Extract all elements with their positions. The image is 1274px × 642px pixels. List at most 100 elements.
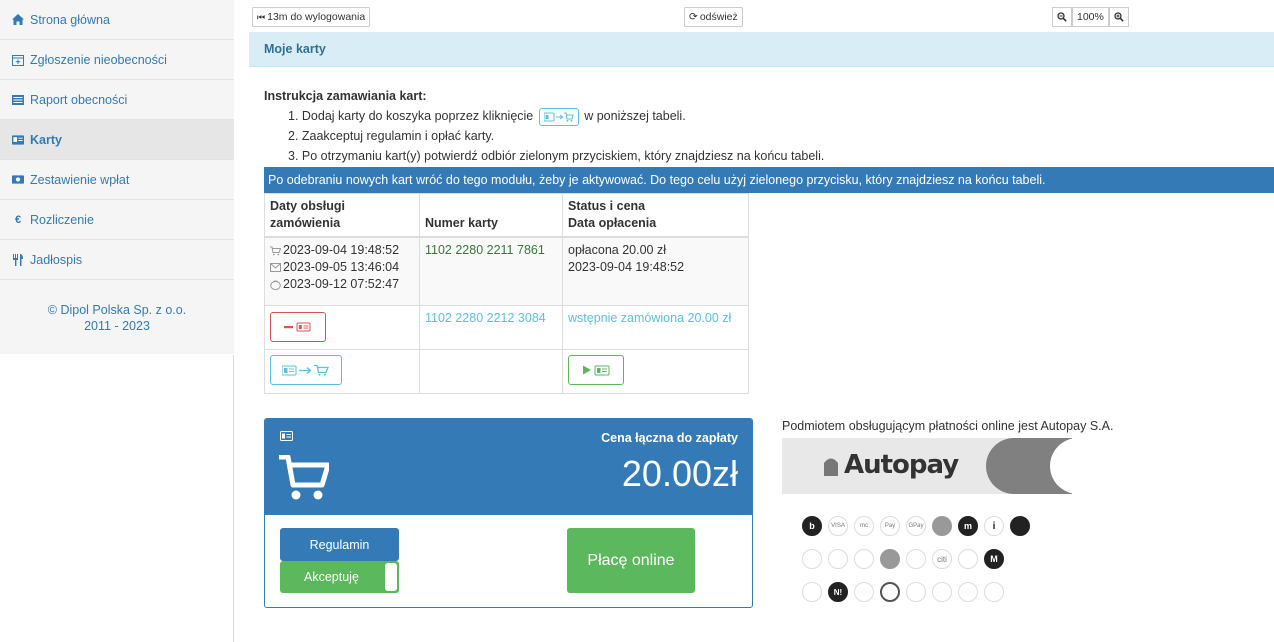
pay-online-button[interactable]: Płacę online	[567, 528, 695, 593]
payment-method-icon[interactable]: mc	[854, 516, 874, 536]
sent-date: 2023-09-05 13:46:04	[283, 260, 400, 274]
card-number-cell: 1102 2280 2211 7861	[419, 236, 563, 306]
instruction-step-2: 2. Zaakceptuj regulamin i opłać karty.	[288, 129, 495, 143]
status-cell: wstępnie zamówiona 20.00 zł	[562, 304, 749, 350]
sidebar-item-label: Strona główna	[30, 12, 110, 27]
payment-method-icon[interactable]	[906, 582, 926, 602]
payment-method-icon[interactable]	[854, 549, 874, 569]
accept-label: Akceptuję	[304, 570, 359, 584]
play-card-icon	[583, 365, 610, 375]
accept-terms-toggle[interactable]: Akceptuję	[280, 561, 399, 593]
sidebar-item-label: Karty	[30, 132, 62, 147]
remove-from-cart-button[interactable]	[270, 311, 326, 342]
payment-method-icon[interactable]	[880, 549, 900, 569]
table-header-row: Daty obsługi zamówienia Numer karty Stat…	[264, 193, 749, 238]
autopay-logo: Autopay	[782, 438, 1072, 494]
sidebar-divider	[233, 355, 234, 642]
payment-method-icon[interactable]	[932, 582, 952, 602]
header-card-number: Numer karty	[419, 193, 563, 238]
total-label: Cena łączna do zapłaty	[601, 431, 738, 445]
terms-button[interactable]: Regulamin	[280, 528, 399, 561]
payment-method-icon[interactable]: Pay	[880, 516, 900, 536]
payment-row: citi M	[802, 549, 1030, 569]
home-icon	[12, 14, 24, 26]
payment-method-icon[interactable]: citi	[932, 549, 952, 569]
sidebar-menu: Strona główna Zgłoszenie nieobecności Ra…	[0, 0, 234, 280]
header-dates: Daty obsługi zamówienia	[264, 193, 420, 238]
payment-method-icon[interactable]	[828, 549, 848, 569]
instructions: Instrukcja zamawiania kart: 1. Dodaj kar…	[264, 86, 824, 166]
empty-cell	[419, 348, 563, 394]
payment-methods: b VISA mc Pay GPay m i citi M N!	[802, 516, 1030, 615]
sidebar-item-label: Zestawienie wpłat	[30, 172, 130, 187]
cart-panel: Cena łączna do zapłaty 20.00zł Regulamin…	[264, 418, 753, 608]
sidebar-item-label: Rozliczenie	[30, 212, 94, 227]
sidebar-item-menu[interactable]: Jadłospis	[0, 240, 234, 280]
zoom-out-icon	[1057, 12, 1067, 22]
add-cell	[264, 348, 420, 394]
zoom-level: 100%	[1072, 7, 1109, 27]
calendar-plus-icon	[12, 54, 24, 66]
zoom-in-button[interactable]	[1108, 7, 1129, 27]
zoom-out-button[interactable]	[1052, 7, 1072, 27]
payment-method-icon[interactable]	[880, 582, 900, 602]
sidebar-item-payments[interactable]: Zestawienie wpłat	[0, 160, 234, 200]
copyright-years: 2011 - 2023	[84, 319, 150, 333]
payment-method-icon[interactable]	[958, 549, 978, 569]
payment-method-icon[interactable]	[932, 516, 952, 536]
sidebar-item-label: Jadłospis	[30, 252, 83, 267]
confirm-receipt-button[interactable]	[568, 354, 624, 385]
instruction-step-3: 3. Po otrzymaniu kart(y) potwierdź odbió…	[288, 149, 825, 163]
cutlery-icon	[12, 253, 24, 266]
payment-row: N!	[802, 582, 1030, 602]
payment-method-icon[interactable]: i	[984, 516, 1004, 536]
toggle-knob	[385, 563, 397, 591]
logout-timer-button[interactable]: ⏮ 13m do wylogowania	[252, 7, 371, 27]
euro-icon: €	[14, 213, 22, 226]
payment-method-icon[interactable]: GPay	[906, 516, 926, 536]
add-to-cart-button[interactable]	[270, 354, 342, 385]
remove-card-icon	[284, 322, 311, 331]
payment-method-icon[interactable]: N!	[828, 582, 848, 602]
copyright-text: © Dipol Polska Sp. z o.o.	[47, 303, 187, 317]
sidebar-item-attendance-report[interactable]: Raport obecności	[0, 80, 234, 120]
header-status: Status i cena Data opłacenia	[562, 193, 749, 238]
payment-method-icon[interactable]	[802, 549, 822, 569]
zoom-controls: 100%	[1052, 7, 1129, 27]
received-icon	[270, 279, 281, 290]
table-row: 2023-09-04 19:48:52 2023-09-05 13:46:04 …	[264, 236, 749, 306]
shopping-cart-icon	[279, 455, 329, 500]
skip-back-icon: ⏮	[257, 11, 266, 22]
payment-method-icon[interactable]	[906, 549, 926, 569]
table-row	[264, 348, 749, 394]
panel-title: Moje karty	[249, 32, 1274, 67]
sidebar-item-settlement[interactable]: € Rozliczenie	[0, 200, 234, 240]
sidebar-item-home[interactable]: Strona główna	[0, 0, 234, 40]
sidebar-footer: © Dipol Polska Sp. z o.o. 2011 - 2023	[0, 280, 234, 354]
payment-row: b VISA mc Pay GPay m i	[802, 516, 1030, 536]
refresh-button[interactable]: ⟳ odśwież	[684, 7, 743, 27]
payment-method-icon[interactable]	[802, 582, 822, 602]
table-row: 1102 2280 2212 3084 wstępnie zamówiona 2…	[264, 304, 749, 350]
confirm-cell	[562, 348, 749, 394]
sidebar-item-cards[interactable]: Karty	[0, 120, 234, 160]
payment-method-icon[interactable]: b	[802, 516, 822, 536]
payment-method-icon[interactable]: m	[958, 516, 978, 536]
payment-method-icon[interactable]	[958, 582, 978, 602]
payment-method-icon[interactable]	[984, 582, 1004, 602]
autopay-info: Podmiotem obsługującym płatności online …	[782, 419, 1114, 433]
card-number-cell: 1102 2280 2212 3084	[419, 304, 563, 350]
payment-method-icon[interactable]: VISA	[828, 516, 848, 536]
paid-date: 2023-09-04 19:48:52	[568, 260, 685, 274]
payment-method-icon[interactable]: M	[984, 549, 1004, 569]
payment-method-icon[interactable]	[854, 582, 874, 602]
autopay-mark-icon	[824, 458, 838, 476]
cart-summary: Cena łączna do zapłaty 20.00zł	[265, 419, 752, 515]
id-card-icon	[280, 431, 293, 441]
refresh-icon: ⟳	[689, 11, 698, 23]
autopay-logo-text: Autopay	[844, 450, 959, 480]
payment-method-icon[interactable]	[1010, 516, 1030, 536]
sidebar-item-label: Zgłoszenie nieobecności	[30, 52, 167, 67]
notice-bar: Po odebraniu nowych kart wróć do tego mo…	[264, 167, 1274, 193]
sidebar-item-absence[interactable]: Zgłoszenie nieobecności	[0, 40, 234, 80]
